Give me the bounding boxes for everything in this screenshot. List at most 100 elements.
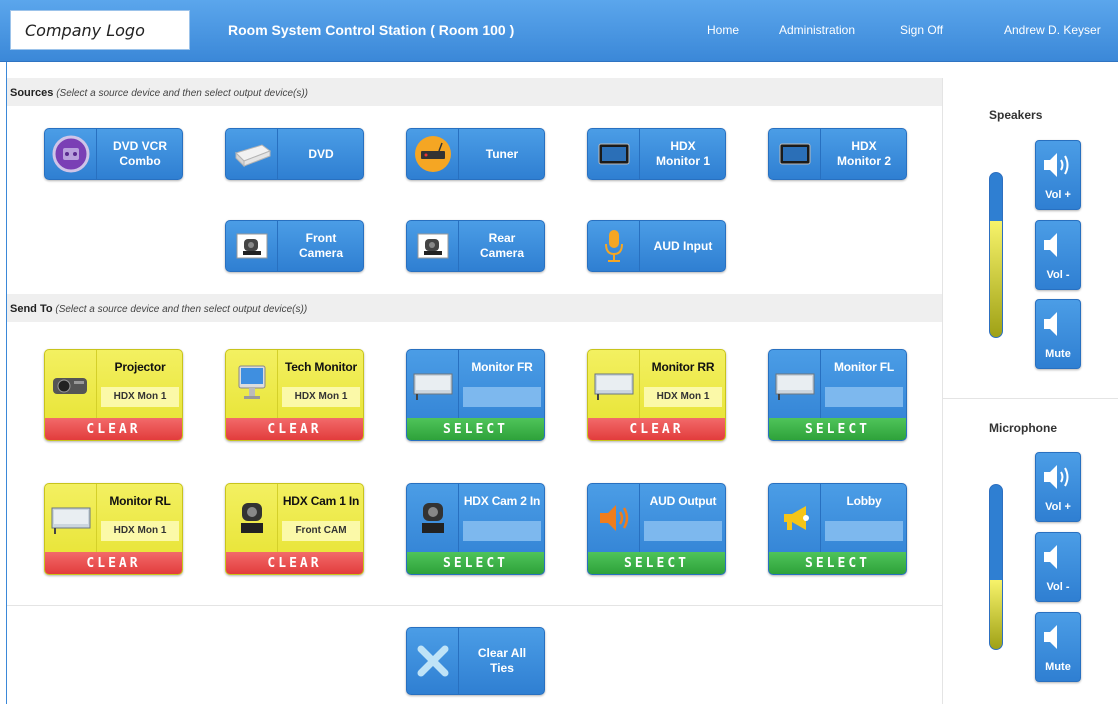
camera-icon — [226, 484, 278, 552]
source-button-rear-camera[interactable]: Rear Camera — [406, 220, 545, 272]
destination-monitor-fl[interactable]: Monitor FL SELECT — [768, 349, 907, 441]
speaker-volume-down-icon — [1044, 545, 1057, 569]
megaphone-icon — [769, 484, 821, 552]
select-button[interactable]: SELECT — [588, 552, 725, 574]
tied-source-label: Front CAM — [282, 521, 360, 541]
source-button-front-camera[interactable]: Front Camera — [225, 220, 364, 272]
projector-icon — [45, 350, 97, 418]
nav-administration-link[interactable]: Administration — [779, 23, 855, 37]
source-button-dvd[interactable]: DVD — [225, 128, 364, 180]
page-title: Room System Control Station ( Room 100 ) — [228, 22, 515, 38]
destination-projector[interactable]: Projector HDX Mon 1 CLEAR — [44, 349, 183, 441]
dvd-vcr-icon — [45, 129, 97, 179]
destination-name: Lobby — [846, 494, 882, 508]
speaker-volume-up-icon — [1044, 153, 1069, 177]
vol-down-label: Vol - — [1046, 269, 1070, 281]
destination-lobby[interactable]: Lobby SELECT — [768, 483, 907, 575]
speaker-mute-icon — [1044, 625, 1057, 649]
speakers-title: Speakers — [989, 108, 1043, 122]
source-button-tuner[interactable]: Tuner — [406, 128, 545, 180]
destination-tech-monitor[interactable]: Tech Monitor HDX Mon 1 CLEAR — [225, 349, 364, 441]
select-button[interactable]: SELECT — [769, 552, 906, 574]
audio-control-panel: Speakers Vol + Vol - Mute Microphone Vol… — [942, 78, 1118, 704]
tied-source-label — [644, 521, 722, 541]
clear-button[interactable]: CLEAR — [588, 418, 725, 440]
select-button[interactable]: SELECT — [407, 552, 544, 574]
sources-hint: (Select a source device and then select … — [56, 88, 309, 99]
panel-divider — [943, 398, 1118, 399]
speakers-vol-up-button[interactable]: Vol + — [1035, 140, 1081, 210]
camera-icon — [407, 221, 459, 271]
camera-icon — [407, 484, 459, 552]
section-divider — [7, 605, 943, 606]
clear-button[interactable]: CLEAR — [226, 552, 363, 574]
destination-aud-output[interactable]: AUD Output SELECT — [587, 483, 726, 575]
microphone-vol-up-button[interactable]: Vol + — [1035, 452, 1081, 522]
microphone-level-meter — [989, 484, 1003, 650]
speakers-level-meter — [989, 172, 1003, 338]
source-label: Rear Camera — [479, 231, 525, 260]
desktop-monitor-icon — [226, 350, 278, 418]
microphone-level-fill — [990, 580, 1002, 649]
tied-source-label: HDX Mon 1 — [101, 521, 179, 541]
wall-monitor-icon — [45, 484, 97, 552]
destination-monitor-rl[interactable]: Monitor RL HDX Mon 1 CLEAR — [44, 483, 183, 575]
microphone-mute-button[interactable]: Mute — [1035, 612, 1081, 682]
source-button-dvd-vcr-combo[interactable]: DVD VCR Combo — [44, 128, 183, 180]
wall-monitor-icon — [407, 350, 459, 418]
sources-title: Sources — [10, 87, 54, 99]
user-name-link[interactable]: Andrew D. Keyser — [1004, 23, 1101, 37]
vol-up-label: Vol + — [1045, 501, 1071, 513]
destination-name: Projector — [114, 360, 166, 374]
tied-source-label: HDX Mon 1 — [282, 387, 360, 407]
tied-source-label — [463, 387, 541, 407]
destination-name: Monitor RL — [109, 494, 171, 508]
destination-hdx-cam-2-in[interactable]: HDX Cam 2 In SELECT — [406, 483, 545, 575]
camera-icon — [226, 221, 278, 271]
sources-section-header: Sources (Select a source device and then… — [7, 78, 943, 106]
source-label: Front Camera — [298, 231, 344, 260]
speakers-vol-down-button[interactable]: Vol - — [1035, 220, 1081, 290]
source-button-aud-input[interactable]: AUD Input — [587, 220, 726, 272]
microphone-vol-down-button[interactable]: Vol - — [1035, 532, 1081, 602]
tied-source-label: HDX Mon 1 — [101, 387, 179, 407]
select-button[interactable]: SELECT — [769, 418, 906, 440]
destination-name: HDX Cam 1 In — [282, 494, 360, 508]
source-button-hdx-monitor-1[interactable]: HDX Monitor 1 — [587, 128, 726, 180]
company-logo[interactable]: Company Logo — [10, 10, 190, 50]
send-to-title: Send To — [10, 303, 53, 315]
clear-all-ties-button[interactable]: Clear All Ties — [406, 627, 545, 695]
wall-monitor-icon — [588, 350, 640, 418]
source-label: AUD Input — [653, 238, 713, 253]
tied-source-label: HDX Mon 1 — [644, 387, 722, 407]
tied-source-label — [825, 521, 903, 541]
speakers-mute-button[interactable]: Mute — [1035, 299, 1081, 369]
source-button-hdx-monitor-2[interactable]: HDX Monitor 2 — [768, 128, 907, 180]
send-to-section-header: Send To (Select a source device and then… — [7, 294, 943, 322]
source-label: DVD — [308, 146, 334, 161]
send-to-hint: (Select a source device and then select … — [55, 304, 308, 315]
speaker-volume-down-icon — [1044, 233, 1057, 257]
destination-name: Monitor RR — [651, 360, 715, 374]
speaker-mute-icon — [1044, 312, 1057, 336]
clear-all-label: Clear All Ties — [477, 646, 527, 675]
vol-down-label: Vol - — [1046, 581, 1070, 593]
source-label: HDX Monitor 1 — [656, 139, 710, 168]
clear-button[interactable]: CLEAR — [226, 418, 363, 440]
destination-monitor-fr[interactable]: Monitor FR SELECT — [406, 349, 545, 441]
destination-monitor-rr[interactable]: Monitor RR HDX Mon 1 CLEAR — [587, 349, 726, 441]
clear-button[interactable]: CLEAR — [45, 552, 182, 574]
tied-source-label — [825, 387, 903, 407]
speaker-icon — [588, 484, 640, 552]
nav-sign-off-link[interactable]: Sign Off — [900, 23, 943, 37]
tuner-icon — [407, 129, 459, 179]
destination-name: HDX Cam 2 In — [463, 494, 541, 508]
nav-home-link[interactable]: Home — [707, 23, 739, 37]
main-panel: Sources (Select a source device and then… — [6, 62, 943, 704]
dvd-player-icon — [226, 129, 278, 179]
select-button[interactable]: SELECT — [407, 418, 544, 440]
microphone-title: Microphone — [989, 421, 1057, 435]
monitor-icon — [769, 129, 821, 179]
clear-button[interactable]: CLEAR — [45, 418, 182, 440]
destination-hdx-cam-1-in[interactable]: HDX Cam 1 In Front CAM CLEAR — [225, 483, 364, 575]
